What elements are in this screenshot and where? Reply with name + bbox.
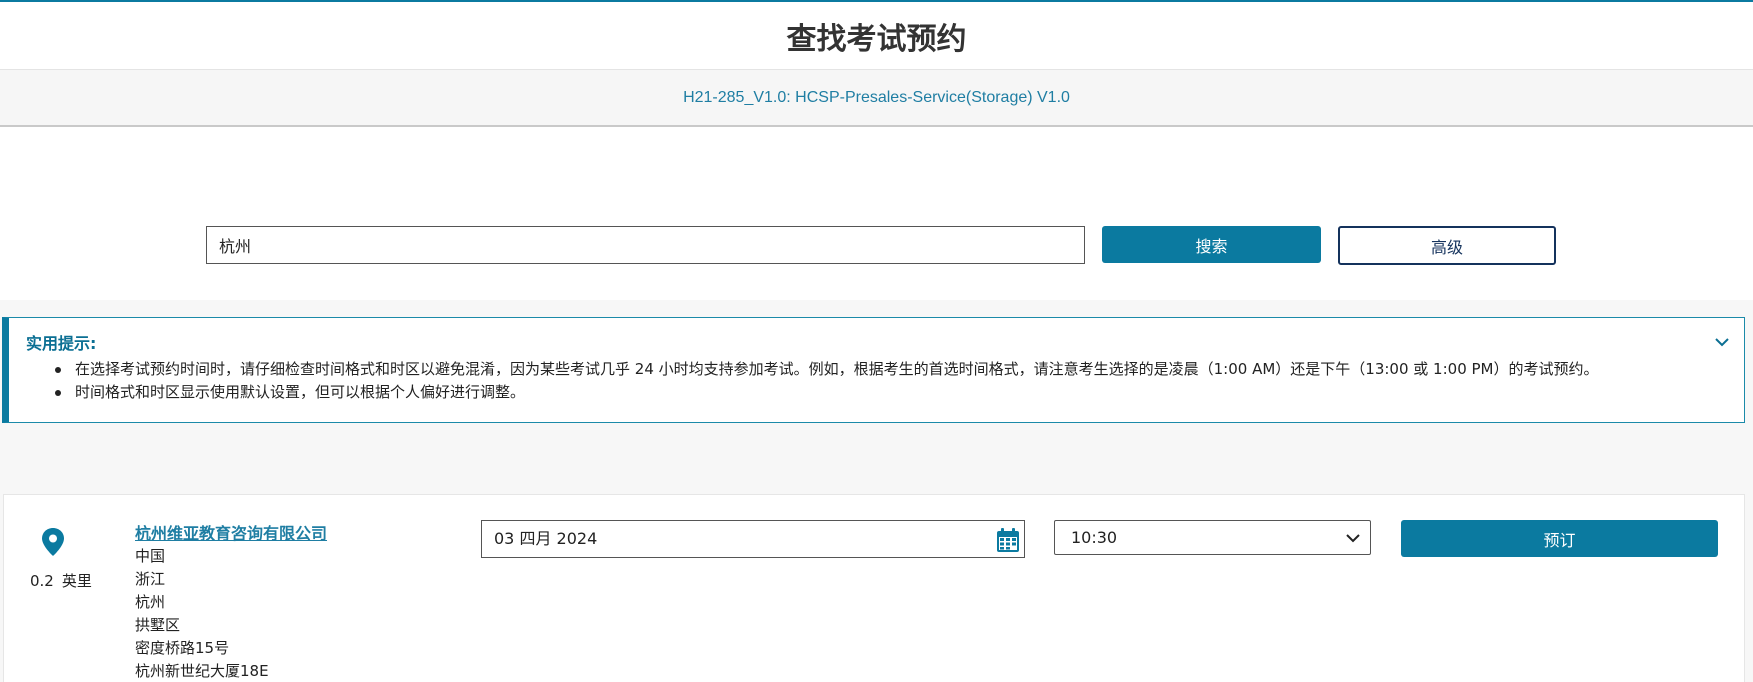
tip-item: 在选择考试预约时间时，请仔细检查时间格式和时区以避免混淆，因为某些考试几乎 24… — [47, 358, 1727, 381]
address-line: 中国 — [135, 547, 166, 565]
time-select[interactable]: 10:30 — [1054, 520, 1371, 555]
advanced-button[interactable]: 高级 — [1338, 226, 1556, 265]
map-pin-icon — [42, 528, 64, 556]
tip-item: 时间格式和时区显示使用默认设置，但可以根据个人偏好进行调整。 — [47, 381, 1727, 404]
calendar-icon[interactable] — [996, 527, 1020, 553]
address-line: 浙江 — [135, 570, 166, 588]
address-line: 密度桥路15号 — [135, 639, 230, 657]
distance-value: 0.2 — [30, 572, 54, 590]
top-accent-line — [0, 0, 1753, 2]
chevron-down-icon — [1346, 534, 1360, 543]
tips-list: 在选择考试预约时间时，请仔细检查时间格式和时区以避免混淆，因为某些考试几乎 24… — [47, 358, 1727, 404]
book-button[interactable]: 预订 — [1401, 520, 1718, 557]
address-line: 杭州新世纪大厦18E — [135, 662, 269, 680]
date-value: 03 四月 2024 — [494, 529, 598, 548]
test-center-address: 中国 浙江 杭州 拱墅区 密度桥路15号 杭州新世纪大厦18E — [135, 545, 269, 682]
tips-panel: 实用提示: 在选择考试预约时间时，请仔细检查时间格式和时区以避免混淆，因为某些考… — [2, 317, 1745, 423]
location-search-input[interactable] — [206, 226, 1085, 264]
distance: 0.2 英里 — [30, 570, 92, 591]
date-picker-field[interactable]: 03 四月 2024 — [481, 520, 1025, 558]
exam-name: H21-285_V1.0: HCSP-Presales-Service(Stor… — [683, 89, 1070, 106]
address-line: 杭州 — [135, 593, 166, 611]
test-center-name-link[interactable]: 杭州维亚教育咨询有限公司 — [135, 520, 327, 544]
tips-title: 实用提示: — [26, 334, 97, 353]
address-line: 拱墅区 — [135, 616, 181, 634]
exam-info-bar: H21-285_V1.0: HCSP-Presales-Service(Stor… — [0, 69, 1753, 127]
chevron-down-icon[interactable] — [1714, 334, 1730, 350]
search-button[interactable]: 搜索 — [1102, 226, 1321, 263]
time-value: 10:30 — [1071, 528, 1118, 547]
page-title: 查找考试预约 — [786, 22, 967, 57]
distance-unit: 英里 — [61, 572, 92, 590]
